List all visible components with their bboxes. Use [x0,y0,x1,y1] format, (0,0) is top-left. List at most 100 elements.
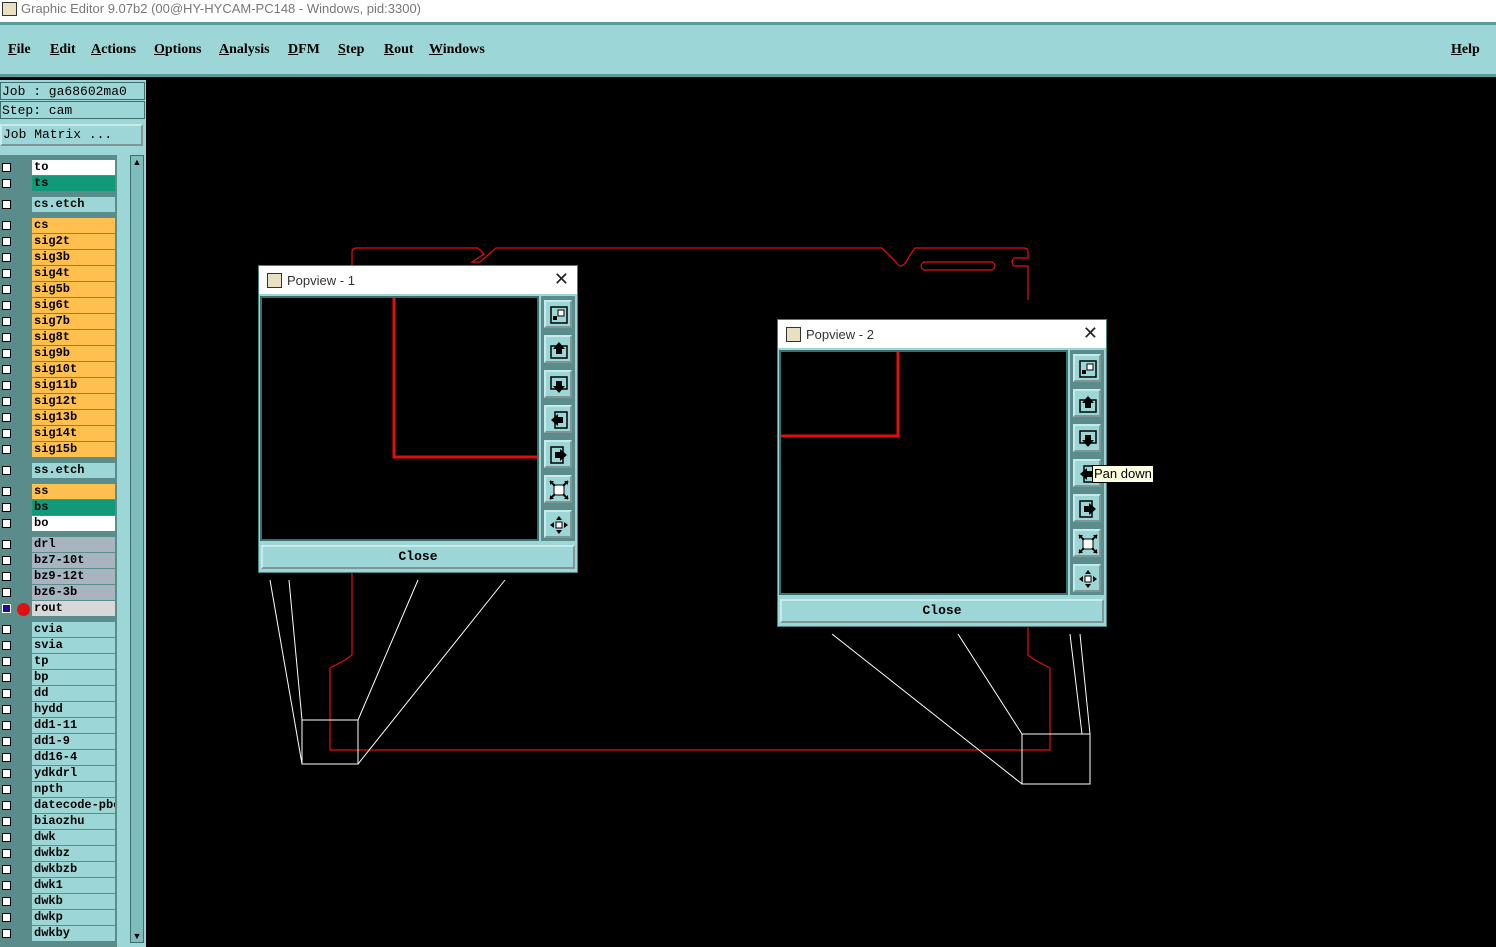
popview-2-close-button[interactable]: Close [780,599,1104,623]
menu-edit[interactable]: Edit [50,42,76,58]
layer-checkbox[interactable] [2,929,11,938]
zoom-in-button[interactable] [544,475,572,503]
layer-checkbox[interactable] [2,657,11,666]
layer-checkbox[interactable] [2,897,11,906]
layer-row-dwkbzb[interactable]: dwkbzb [0,862,117,878]
layer-checkbox[interactable] [2,865,11,874]
layer-row-sig4t[interactable]: sig4t [0,266,117,282]
zoom-in-button[interactable] [1073,529,1101,557]
layer-name[interactable]: ss.etch [32,463,115,478]
layer-row-svia[interactable]: svia [0,638,117,654]
layer-name[interactable]: dd [32,686,115,701]
layer-checkbox[interactable] [2,785,11,794]
layer-name[interactable]: dwkp [32,910,115,925]
layer-row-sig12t[interactable]: sig12t [0,394,117,410]
layer-name[interactable]: sig11b [32,378,115,393]
layer-row-bo[interactable]: bo [0,516,117,532]
layer-checkbox[interactable] [2,625,11,634]
layer-row-dwk1[interactable]: dwk1 [0,878,117,894]
layer-name[interactable]: sig14t [32,426,115,441]
layer-row-ss.etch[interactable]: ss.etch [0,463,117,479]
layer-name[interactable]: drl [32,537,115,552]
layer-row-bz7-10t[interactable]: bz7-10t [0,553,117,569]
layer-name[interactable]: sig10t [32,362,115,377]
layer-row-biaozhu[interactable]: biaozhu [0,814,117,830]
close-icon[interactable]: ✕ [554,269,569,290]
pan-right-button[interactable] [1073,494,1101,522]
layer-name[interactable]: sig3b [32,250,115,265]
layer-row-dwkby[interactable]: dwkby [0,926,117,942]
layer-row-dd16-4[interactable]: dd16-4 [0,750,117,766]
layer-checkbox[interactable] [2,705,11,714]
layer-name[interactable]: bz7-10t [32,553,115,568]
layer-list-scrollbar[interactable]: ▲ ▼ [130,155,144,943]
layer-row-hydd[interactable]: hydd [0,702,117,718]
pan-right-button[interactable] [544,440,572,468]
layer-name[interactable]: dd16-4 [32,750,115,765]
layer-checkbox[interactable] [2,349,11,358]
layer-checkbox[interactable] [2,397,11,406]
pan-up-button[interactable] [1073,389,1101,417]
layer-checkbox[interactable] [2,849,11,858]
layer-name[interactable]: sig4t [32,266,115,281]
layer-checkbox[interactable] [2,556,11,565]
layer-name[interactable]: ts [32,176,115,191]
layer-name[interactable]: sig12t [32,394,115,409]
layer-name[interactable]: cs.etch [32,197,115,212]
layer-name[interactable]: sig13b [32,410,115,425]
layer-checkbox[interactable] [2,503,11,512]
pan-down-button[interactable] [544,370,572,398]
layer-row-bz9-12t[interactable]: bz9-12t [0,569,117,585]
zoom-out-button[interactable] [544,510,572,538]
layer-name[interactable]: dwkby [32,926,115,941]
menu-options[interactable]: Options [154,42,201,58]
pan-left-button[interactable] [544,405,572,433]
popview-1-titlebar[interactable]: Popview - 1 ✕ [259,266,577,294]
layer-checkbox[interactable] [2,365,11,374]
layer-row-sig15b[interactable]: sig15b [0,442,117,458]
layer-checkbox[interactable] [2,753,11,762]
popview-2-view[interactable] [779,350,1068,595]
layer-checkbox[interactable] [2,588,11,597]
layer-row-dwkb[interactable]: dwkb [0,894,117,910]
layer-checkbox[interactable] [2,487,11,496]
layer-row-dwk[interactable]: dwk [0,830,117,846]
layer-row-bz6-3b[interactable]: bz6-3b [0,585,117,601]
layer-row-sig11b[interactable]: sig11b [0,378,117,394]
pan-up-button[interactable] [544,335,572,363]
layer-checkbox[interactable] [2,689,11,698]
layer-name[interactable]: sig7b [32,314,115,329]
layer-checkbox[interactable] [2,881,11,890]
layer-name[interactable]: bz6-3b [32,585,115,600]
layer-name[interactable]: dwk [32,830,115,845]
layer-name[interactable]: sig9b [32,346,115,361]
layer-checkbox[interactable] [2,381,11,390]
layer-row-sig14t[interactable]: sig14t [0,426,117,442]
layer-name[interactable]: dwkb [32,894,115,909]
menu-analysis[interactable]: Analysis [219,42,270,58]
layer-checkbox[interactable] [2,572,11,581]
layer-name[interactable]: dwkbz [32,846,115,861]
layer-checkbox[interactable] [2,285,11,294]
layer-checkbox[interactable] [2,253,11,262]
popview-1-close-button[interactable]: Close [261,545,575,569]
layer-checkbox[interactable] [2,445,11,454]
layer-row-dd1-11[interactable]: dd1-11 [0,718,117,734]
layer-checkbox[interactable] [2,221,11,230]
layer-name[interactable]: npth [32,782,115,797]
layer-checkbox[interactable] [2,769,11,778]
menu-file[interactable]: File [8,42,31,58]
layer-row-ydkdrl[interactable]: ydkdrl [0,766,117,782]
layer-name[interactable]: sig2t [32,234,115,249]
layer-row-sig13b[interactable]: sig13b [0,410,117,426]
layer-row-cs.etch[interactable]: cs.etch [0,197,117,213]
popview-1-view[interactable] [260,296,539,541]
layer-row-dd1-9[interactable]: dd1-9 [0,734,117,750]
layer-checkbox[interactable] [2,604,11,613]
layer-row-dd[interactable]: dd [0,686,117,702]
layer-checkbox[interactable] [2,429,11,438]
layer-checkbox[interactable] [2,737,11,746]
layer-row-ss[interactable]: ss [0,484,117,500]
layer-name[interactable]: cs [32,218,115,233]
layer-name[interactable]: rout [32,601,115,616]
